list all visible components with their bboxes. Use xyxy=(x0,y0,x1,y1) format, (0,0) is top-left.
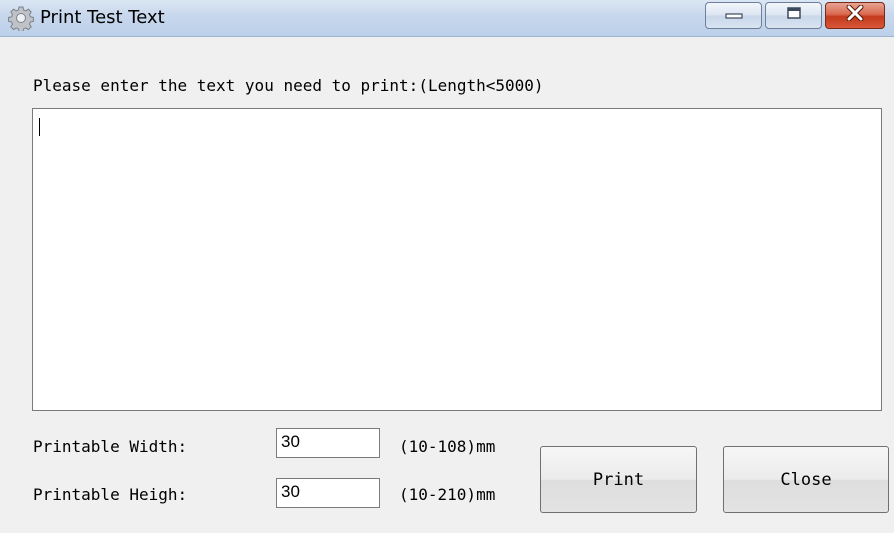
close-button[interactable]: Close xyxy=(723,446,889,513)
height-range-label: (10-210)mm xyxy=(399,485,496,504)
window-title: Print Test Text xyxy=(40,7,165,28)
maximize-button[interactable] xyxy=(765,2,822,29)
maximize-icon xyxy=(786,6,802,25)
prompt-label: Please enter the text you need to print:… xyxy=(33,76,544,95)
print-text-area[interactable] xyxy=(32,108,882,411)
print-test-text-window: Print Test Text Please enter the text yo… xyxy=(0,0,894,533)
gear-icon xyxy=(8,5,34,33)
printable-height-input[interactable]: 30 xyxy=(276,478,380,508)
close-window-button[interactable] xyxy=(825,2,885,29)
title-bar[interactable]: Print Test Text xyxy=(0,0,894,37)
minimize-button[interactable] xyxy=(705,2,762,29)
minimize-icon xyxy=(724,7,743,25)
close-icon xyxy=(846,4,864,26)
print-button[interactable]: Print xyxy=(540,446,697,513)
printable-width-label: Printable Width: xyxy=(33,437,188,456)
width-range-label: (10-108)mm xyxy=(399,437,496,456)
printable-height-label: Printable Heigh: xyxy=(33,485,188,504)
text-caret xyxy=(39,118,40,136)
printable-width-input[interactable]: 30 xyxy=(276,428,380,458)
